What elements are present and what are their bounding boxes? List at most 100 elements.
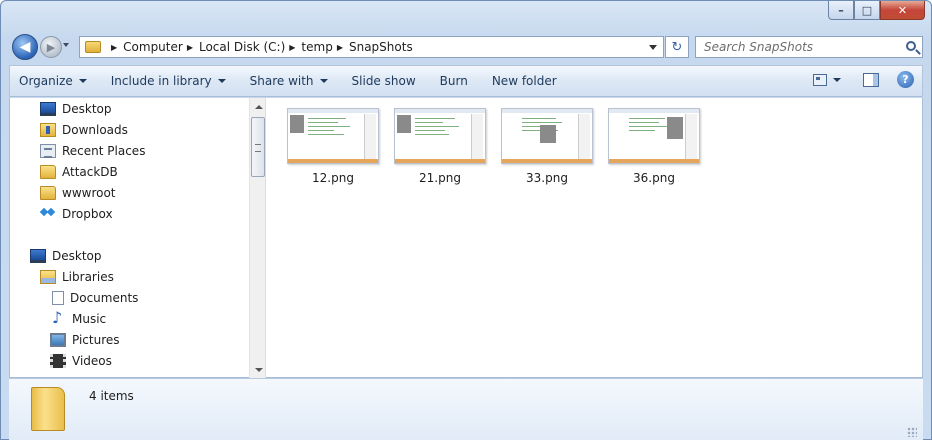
back-button[interactable]: ◀: [12, 34, 38, 60]
minimize-button[interactable]: –: [828, 1, 854, 20]
sidebar-item-label: Libraries: [62, 269, 114, 284]
sidebar-item-documents[interactable]: Documents: [50, 287, 138, 308]
maximize-button[interactable]: □: [854, 1, 880, 20]
sidebar-item-videos[interactable]: Videos: [50, 350, 112, 371]
file-thumbnail: [287, 108, 379, 164]
sidebar-item-desktop-root[interactable]: Desktop: [30, 245, 102, 266]
sidebar-item-attackdb[interactable]: AttackDB: [40, 161, 118, 182]
scroll-down-button[interactable]: [250, 361, 265, 378]
sidebar-item-pictures[interactable]: Pictures: [50, 329, 120, 350]
sidebar-item-label: Downloads: [62, 122, 128, 137]
chevron-right-icon[interactable]: ▶: [187, 43, 193, 52]
search-box[interactable]: [695, 36, 923, 58]
help-icon[interactable]: ?: [897, 71, 914, 88]
command-bar: Organize Include in library Share with S…: [9, 65, 923, 97]
burn-button[interactable]: Burn: [431, 69, 477, 93]
change-view-icon[interactable]: [813, 73, 827, 86]
include-in-library-label: Include in library: [110, 74, 212, 88]
breadcrumb-temp[interactable]: temp: [301, 40, 332, 54]
file-thumbnail: [608, 108, 700, 164]
search-icon[interactable]: [906, 41, 916, 51]
breadcrumb-snapshots[interactable]: SnapShots: [349, 40, 413, 54]
sidebar-item-label: Videos: [72, 353, 112, 368]
file-thumbnail: [394, 108, 486, 164]
chevron-down-icon: [78, 79, 87, 83]
documents-icon: [52, 290, 64, 305]
breadcrumb-computer[interactable]: Computer: [123, 40, 183, 54]
sidebar-item-label: Desktop: [62, 101, 112, 116]
item-count: 4 items: [89, 389, 134, 403]
include-in-library-button[interactable]: Include in library: [102, 69, 235, 93]
downloads-icon: [40, 122, 56, 137]
resize-grip[interactable]: [907, 427, 917, 437]
chevron-down-icon[interactable]: [833, 77, 841, 82]
dropbox-icon: [40, 207, 56, 221]
desktop-icon: [40, 101, 56, 116]
scroll-thumb[interactable]: [251, 117, 265, 177]
address-dropdown-icon[interactable]: [649, 45, 657, 50]
breadcrumb-local-disk[interactable]: Local Disk (C:): [199, 40, 285, 54]
folder-icon: [85, 41, 101, 53]
file-item[interactable]: 33.png: [500, 108, 594, 185]
file-list: 12.png 21.png 33.png 36.png: [267, 98, 922, 378]
videos-icon: [50, 353, 66, 368]
file-item[interactable]: 36.png: [607, 108, 701, 185]
chevron-right-icon[interactable]: ▶: [111, 43, 117, 52]
forward-button[interactable]: ▶: [40, 36, 62, 58]
chevron-right-icon[interactable]: ▶: [337, 43, 343, 52]
sidebar-item-label: wwwroot: [62, 185, 116, 200]
refresh-button[interactable]: ↻: [665, 36, 689, 58]
music-icon: [50, 308, 66, 327]
slide-show-button[interactable]: Slide show: [343, 69, 425, 93]
details-pane: 4 items: [9, 378, 923, 440]
file-name: 33.png: [526, 171, 568, 185]
share-with-button[interactable]: Share with: [241, 69, 337, 93]
main-area: Desktop Downloads Recent Places AttackDB…: [9, 98, 923, 378]
libraries-icon: [40, 269, 56, 284]
chevron-right-icon[interactable]: ▶: [289, 43, 295, 52]
navigation-pane: Desktop Downloads Recent Places AttackDB…: [10, 98, 266, 378]
sidebar-item-libraries[interactable]: Libraries: [40, 266, 114, 287]
file-thumbnail: [501, 108, 593, 164]
explorer-window: – □ ✕ ◀ ▶ ▶ Computer ▶ Local Disk (C:) ▶…: [0, 0, 932, 440]
search-input[interactable]: [704, 40, 894, 54]
pictures-icon: [50, 332, 66, 347]
sidebar-item-wwwroot[interactable]: wwwroot: [40, 182, 116, 203]
file-name: 36.png: [633, 171, 675, 185]
new-folder-button[interactable]: New folder: [483, 69, 566, 93]
chevron-down-icon: [217, 79, 226, 83]
organize-button[interactable]: Organize: [10, 69, 96, 93]
scroll-up-button[interactable]: [250, 98, 265, 115]
recent-pages-dropdown[interactable]: [63, 43, 69, 47]
chevron-down-icon: [319, 79, 328, 83]
sidebar-item-label: Desktop: [52, 248, 102, 263]
sidebar-item-label: Music: [72, 311, 107, 326]
slide-show-label: Slide show: [351, 74, 416, 88]
close-button[interactable]: ✕: [880, 1, 925, 20]
folder-icon: [31, 387, 65, 431]
view-controls: ?: [813, 71, 914, 88]
sidebar-item-label: Pictures: [72, 332, 120, 347]
sidebar-item-label: Documents: [70, 290, 139, 305]
preview-pane-icon[interactable]: [863, 72, 879, 87]
address-row: ◀ ▶ ▶ Computer ▶ Local Disk (C:) ▶ temp …: [9, 33, 923, 61]
burn-label: Burn: [439, 74, 468, 88]
caption-buttons: – □ ✕: [828, 1, 925, 20]
sidebar-item-music[interactable]: Music: [50, 308, 106, 329]
folder-icon: [40, 164, 56, 179]
sidebar-item-recent-places[interactable]: Recent Places: [40, 140, 145, 161]
sidebar-item-desktop[interactable]: Desktop: [40, 98, 112, 119]
navigation-scrollbar[interactable]: [249, 98, 265, 378]
sidebar-item-downloads[interactable]: Downloads: [40, 119, 128, 140]
file-item[interactable]: 12.png: [286, 108, 380, 185]
file-item[interactable]: 21.png: [393, 108, 487, 185]
new-folder-label: New folder: [491, 74, 557, 88]
sidebar-item-dropbox[interactable]: Dropbox: [40, 203, 113, 224]
address-bar[interactable]: ▶ Computer ▶ Local Disk (C:) ▶ temp ▶ Sn…: [79, 36, 664, 58]
folder-icon: [40, 185, 56, 200]
desktop-icon: [30, 248, 46, 263]
sidebar-item-label: Recent Places: [62, 143, 146, 158]
sidebar-item-label: AttackDB: [62, 164, 118, 179]
file-name: 21.png: [419, 171, 461, 185]
file-name: 12.png: [312, 171, 354, 185]
